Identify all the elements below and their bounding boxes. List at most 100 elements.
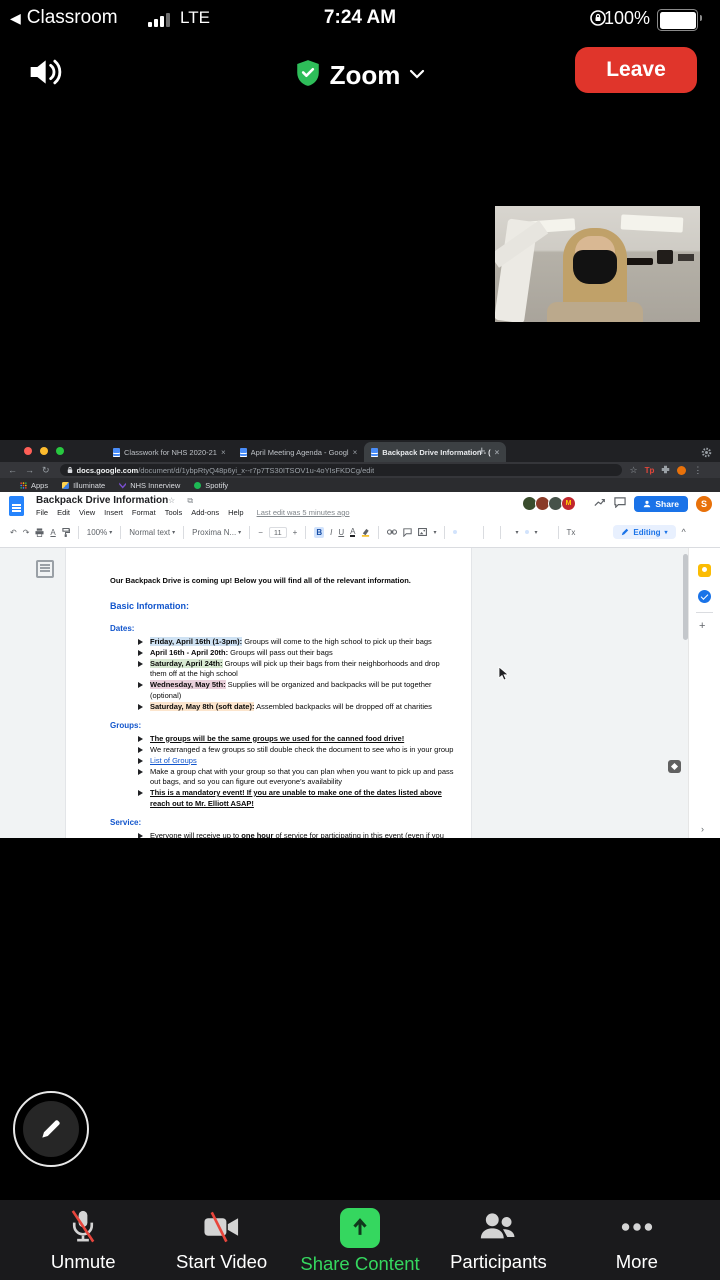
browser-tab-classwork[interactable]: Classwork for NHS 2020-21 × [106, 442, 233, 462]
participants-icon [481, 1213, 515, 1239]
bookmark-illuminate[interactable]: Illuminate [62, 481, 105, 490]
list-of-groups-link[interactable]: List of Groups [150, 756, 456, 767]
tab-close-icon[interactable]: × [353, 448, 358, 457]
meeting-controls-bar: Unmute Start Video Share Content Partici… [0, 1200, 720, 1280]
gear-icon[interactable] [701, 445, 712, 463]
list-item: Saturday, May 8th (soft date): Assembled… [138, 701, 456, 713]
more-dots-icon [621, 1223, 652, 1231]
list-item: April 16th - April 20th: Groups will pas… [138, 648, 456, 659]
bold-button[interactable]: B [314, 526, 325, 538]
toolbar-collapse-button[interactable]: ^ [682, 527, 686, 537]
pencil-icon [42, 1120, 60, 1138]
comments-icon[interactable] [614, 495, 627, 513]
start-video-button[interactable]: Start Video [152, 1200, 290, 1280]
docs-toolbar: ↶ ↷ A 100% ▾ Normal text ▾ Proxima N... ▾ −… [0, 520, 720, 548]
spellcheck-icon[interactable]: A [50, 528, 55, 537]
menu-view[interactable]: View [79, 508, 95, 517]
list-item: Everyone will receive up to one hour of … [138, 831, 456, 838]
menu-addons[interactable]: Add-ons [191, 508, 219, 517]
more-button[interactable]: More [568, 1200, 706, 1280]
star-and-folder-icons[interactable]: ☆ ⧉ [168, 496, 198, 506]
bookmark-star-icon[interactable]: ☆ [630, 465, 638, 476]
browser-tab-agenda[interactable]: April Meeting Agenda - Googl × [233, 442, 365, 462]
side-panel-collapse-icon[interactable]: › [701, 824, 704, 834]
annotate-button[interactable] [13, 1091, 89, 1167]
battery-percent: 100% [603, 8, 650, 28]
participant-video-tile[interactable] [495, 122, 700, 395]
explore-button[interactable] [668, 760, 681, 773]
url-text: docs.google.com/document/d/1ybpRtyQ48p6y… [76, 465, 375, 475]
paragraph-style-select[interactable]: Normal text ▾ [129, 528, 175, 537]
menu-tools[interactable]: Tools [165, 508, 183, 517]
document-outline-icon[interactable] [36, 560, 54, 578]
insert-link-icon[interactable] [387, 529, 398, 535]
extension-badge-icon[interactable]: Tp [645, 466, 655, 475]
menu-insert[interactable]: Insert [104, 508, 123, 517]
mic-muted-icon [71, 1210, 95, 1243]
meeting-header: Zoom Leave [0, 38, 720, 112]
zoom-select[interactable]: 100% ▾ [87, 528, 112, 537]
add-comment-icon[interactable] [403, 527, 413, 537]
leave-button[interactable]: Leave [575, 47, 697, 93]
share-button[interactable]: Share [634, 496, 688, 512]
browser-reload-icon[interactable]: ↻ [42, 465, 50, 476]
editing-mode-select[interactable]: Editing ▾ [613, 525, 676, 539]
font-select[interactable]: Proxima N... ▾ [192, 528, 241, 537]
account-avatar[interactable]: S [696, 496, 712, 512]
browser-profile-avatar[interactable] [677, 465, 687, 475]
https-lock-icon [67, 466, 72, 473]
status-bar: ◀ Classroom LTE 7:24 AM 100% [0, 0, 720, 38]
highlight-color-button[interactable] [361, 528, 370, 537]
tab-close-icon[interactable]: × [221, 448, 226, 457]
browser-forward-icon[interactable]: → [25, 465, 34, 475]
menu-edit[interactable]: Edit [57, 508, 70, 517]
avatar[interactable]: M [561, 496, 576, 511]
menu-file[interactable]: File [36, 508, 48, 517]
document-title[interactable]: Backpack Drive Information [36, 495, 168, 506]
window-minimize-button[interactable] [40, 447, 48, 455]
menu-help[interactable]: Help [228, 508, 243, 517]
print-icon[interactable] [35, 527, 44, 537]
undo-icon[interactable]: ↶ [10, 528, 17, 537]
clear-formatting-button[interactable]: Tx [567, 528, 576, 537]
browser-menu-kebab-icon[interactable]: ⋮ [693, 465, 702, 476]
url-bar[interactable]: docs.google.com/document/d/1ybpRtyQ48p6y… [59, 464, 622, 476]
paint-format-icon[interactable] [62, 527, 70, 537]
new-tab-button[interactable]: + [478, 443, 486, 458]
participants-button[interactable]: Participants [429, 1200, 567, 1280]
doc-heading-groups: Groups: [110, 721, 142, 730]
bulleted-list-button[interactable] [524, 530, 529, 534]
tab-favicon [239, 447, 247, 457]
redo-icon[interactable]: ↷ [23, 528, 30, 537]
docs-menu-bar: File Edit View Insert Format Tools Add-o… [36, 508, 350, 517]
font-size-increase[interactable]: + [293, 528, 298, 537]
keep-icon[interactable] [698, 564, 711, 577]
share-content-button[interactable]: Share Content [291, 1200, 429, 1280]
list-item: This is a mandatory event! If you are un… [138, 788, 456, 809]
font-size-decrease[interactable]: − [258, 528, 263, 537]
zoom-mobile-screen: ◀ Classroom LTE 7:24 AM 100% Zoom Leave … [0, 0, 720, 1280]
bookmark-nhs-innerview[interactable]: NHS Innerview [119, 481, 180, 490]
browser-back-icon[interactable]: ← [8, 465, 17, 475]
bookmark-spotify[interactable]: Spotify [194, 481, 228, 490]
unmute-button[interactable]: Unmute [14, 1200, 152, 1280]
meeting-title: Zoom [329, 59, 401, 90]
activity-trend-icon[interactable] [594, 495, 606, 513]
last-edit-link[interactable]: Last edit was 5 minutes ago [257, 508, 350, 517]
align-left-button[interactable] [453, 530, 458, 534]
window-close-button[interactable] [24, 447, 32, 455]
font-size-value[interactable]: 11 [268, 526, 287, 538]
menu-format[interactable]: Format [132, 508, 156, 517]
tasks-icon[interactable] [698, 590, 711, 603]
italic-button[interactable]: I [330, 528, 332, 537]
bookmark-apps[interactable]: Apps [20, 481, 48, 490]
text-color-button[interactable]: A [350, 527, 356, 537]
underline-button[interactable]: U [338, 528, 344, 537]
extensions-puzzle-icon[interactable] [661, 461, 670, 479]
addons-plus-button[interactable]: + [699, 620, 705, 632]
insert-image-icon[interactable] [418, 528, 428, 536]
tab-favicon [113, 447, 120, 457]
window-zoom-button[interactable] [56, 447, 64, 455]
tab-close-icon[interactable]: × [495, 448, 500, 457]
service-list: Everyone will receive up to one hour of … [110, 831, 456, 838]
